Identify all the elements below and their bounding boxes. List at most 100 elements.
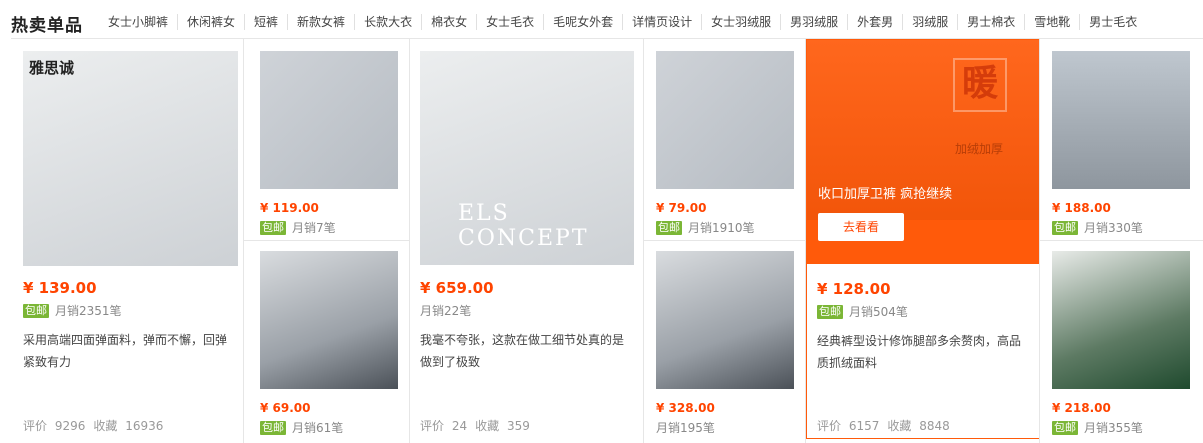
product-price: ¥ 188.00 (1052, 201, 1111, 215)
product-image[interactable] (656, 251, 794, 389)
column-1: 雅思诚 ¥ 139.00 包邮 月销2351笔 采用高端四面弹面料，弹而不懈，回弹… (11, 39, 243, 443)
product-sales: 包邮 月销61笔 (260, 419, 343, 436)
column-3: ELS CONCEPT ¥ 659.00 月销22笔 我毫不夸张，这款在做工细节… (409, 39, 643, 443)
favorite-count: 359 (506, 419, 530, 433)
category-tab[interactable]: 长款大衣 (355, 14, 423, 30)
product-card[interactable]: 雅思诚 ¥ 139.00 包邮 月销2351笔 采用高端四面弹面料，弹而不懈，回弹… (11, 39, 243, 443)
product-image-brand: ELS CONCEPT (458, 201, 589, 251)
column-4: ¥ 79.00 包邮 月销1910笔 ¥ 328.00 月销195笔 (643, 39, 806, 443)
column-6: ¥ 188.00 包邮 月销330笔 ¥ 218.00 包邮 月销355笔 (1039, 39, 1203, 443)
product-image[interactable] (260, 251, 398, 389)
product-sales: 月销195笔 (656, 419, 715, 436)
product-price: ¥ 128.00 (817, 280, 891, 298)
favorite-label: 收藏 (887, 419, 912, 433)
product-card[interactable]: ¥ 79.00 包邮 月销1910笔 (644, 39, 806, 240)
category-tab[interactable]: 女士羽绒服 (702, 14, 782, 30)
category-tab[interactable]: 毛呢女外套 (544, 14, 624, 30)
sales-count: 月销61笔 (292, 421, 344, 435)
go-see-button[interactable]: 去看看 (818, 213, 904, 241)
free-shipping-badge: 包邮 (1052, 220, 1078, 235)
promo-tag: 加绒加厚 (954, 142, 1003, 156)
product-price: ¥ 218.00 (1052, 401, 1111, 415)
product-card[interactable]: ¥ 69.00 包邮 月销61笔 (244, 241, 410, 443)
rating-count: 24 (451, 419, 468, 433)
product-price: ¥ 139.00 (23, 279, 97, 297)
category-tab[interactable]: 羽绒服 (903, 14, 959, 30)
product-sales: 包邮 月销330笔 (1052, 219, 1143, 236)
product-stats: 评价 9296 收藏 16936 (23, 417, 163, 434)
sales-count: 月销2351笔 (55, 304, 122, 318)
category-tab[interactable]: 男羽绒服 (781, 14, 849, 30)
sales-count: 月销1910笔 (688, 221, 755, 235)
product-description: 采用高端四面弹面料，弹而不懈，回弹紧致有力 (23, 333, 228, 369)
product-description: 经典裤型设计修饰腿部多余赘肉，高品质抓绒面料 (817, 334, 1022, 370)
product-card[interactable]: ELS CONCEPT ¥ 659.00 月销22笔 我毫不夸张，这款在做工细节… (410, 39, 644, 443)
sales-count: 月销330笔 (1084, 221, 1143, 235)
category-tab[interactable]: 新款女裤 (288, 14, 356, 30)
favorite-count: 16936 (125, 419, 164, 433)
free-shipping-badge: 包邮 (1052, 420, 1078, 435)
free-shipping-badge: 包邮 (656, 220, 682, 235)
product-image[interactable] (260, 51, 398, 189)
product-stats: 评价 24 收藏 359 (420, 417, 530, 434)
product-sales: 包邮 月销355笔 (1052, 419, 1143, 436)
product-sales: 包邮 月销2351笔 (23, 302, 122, 319)
column-2: ¥ 119.00 包邮 月销7笔 ¥ 69.00 包邮 月销61笔 (243, 39, 410, 443)
category-tab[interactable]: 雪地靴 (1025, 14, 1081, 30)
product-price: ¥ 79.00 (656, 201, 707, 215)
product-card[interactable]: ¥ 218.00 包邮 月销355笔 (1040, 241, 1203, 443)
category-tab[interactable]: 外套男 (848, 14, 904, 30)
free-shipping-badge: 包邮 (260, 220, 286, 235)
favorite-label: 收藏 (93, 419, 118, 433)
product-sales: 包邮 月销7笔 (260, 219, 336, 236)
category-tab[interactable]: 休闲裤女 (178, 14, 246, 30)
promo-text: 收口加厚卫裤 疯抢继续 (818, 187, 953, 202)
category-tab[interactable]: 女士毛衣 (477, 14, 545, 30)
product-image[interactable] (1052, 51, 1190, 189)
sales-count: 月销504笔 (849, 305, 908, 319)
category-tab[interactable]: 短裤 (245, 14, 289, 30)
product-price: ¥ 328.00 (656, 401, 715, 415)
product-price: ¥ 659.00 (420, 279, 494, 297)
promo-char: 暖 (953, 58, 1007, 112)
favorite-count: 8848 (919, 419, 950, 433)
product-grid: 雅思诚 ¥ 139.00 包邮 月销2351笔 采用高端四面弹面料，弹而不懈，回弹… (11, 38, 1203, 443)
product-image-caption: 雅思诚 (29, 59, 75, 77)
category-tab[interactable]: 女士小脚裤 (99, 14, 179, 30)
free-shipping-badge: 包邮 (260, 420, 286, 435)
sales-count: 月销355笔 (1084, 421, 1143, 435)
product-sales: 包邮 月销1910笔 (656, 219, 755, 236)
product-card[interactable]: ¥ 119.00 包邮 月销7笔 (244, 39, 410, 240)
product-image[interactable] (656, 51, 794, 189)
free-shipping-badge: 包邮 (23, 303, 49, 318)
free-shipping-badge: 包邮 (817, 304, 843, 319)
sales-count: 月销7笔 (292, 221, 336, 235)
product-sales: 包邮 月销504笔 (817, 303, 908, 320)
favorite-label: 收藏 (475, 419, 500, 433)
product-card[interactable]: ¥ 188.00 包邮 月销330笔 (1040, 39, 1203, 240)
rating-count: 6157 (848, 419, 880, 433)
product-stats: 评价 6157 收藏 8848 (817, 417, 950, 434)
product-sales: 月销22笔 (420, 302, 471, 319)
category-tab[interactable]: 男士毛衣 (1080, 14, 1146, 30)
section-title: 热卖单品 (11, 16, 83, 36)
product-image[interactable] (1052, 251, 1190, 389)
product-description: 我毫不夸张，这款在做工细节处真的是做到了极致 (420, 333, 625, 369)
rating-label: 评价 (23, 419, 48, 433)
category-tab[interactable]: 详情页设计 (623, 14, 703, 30)
sales-count: 月销22笔 (420, 304, 472, 318)
category-tab[interactable]: 棉衣女 (422, 14, 478, 30)
product-image[interactable]: 雅思诚 (23, 51, 238, 266)
product-price: ¥ 119.00 (260, 201, 319, 215)
sales-count: 月销195笔 (656, 421, 715, 435)
product-card[interactable]: ¥ 328.00 月销195笔 (644, 241, 806, 443)
product-price: ¥ 69.00 (260, 401, 311, 415)
rating-label: 评价 (420, 419, 445, 433)
column-5: 暖 加绒加厚 收口加厚卫裤 疯抢继续 去看看 ¥ 128.00 包邮 月销504笔… (805, 39, 1040, 443)
product-card-highlighted[interactable]: 暖 加绒加厚 收口加厚卫裤 疯抢继续 去看看 ¥ 128.00 包邮 月销504笔… (806, 39, 1040, 439)
promo-banner[interactable]: 暖 加绒加厚 收口加厚卫裤 疯抢继续 去看看 (807, 40, 1039, 264)
category-tab[interactable]: 男士棉衣 (958, 14, 1026, 30)
rating-count: 9296 (54, 419, 86, 433)
rating-label: 评价 (817, 419, 842, 433)
product-image[interactable]: ELS CONCEPT (420, 51, 634, 265)
